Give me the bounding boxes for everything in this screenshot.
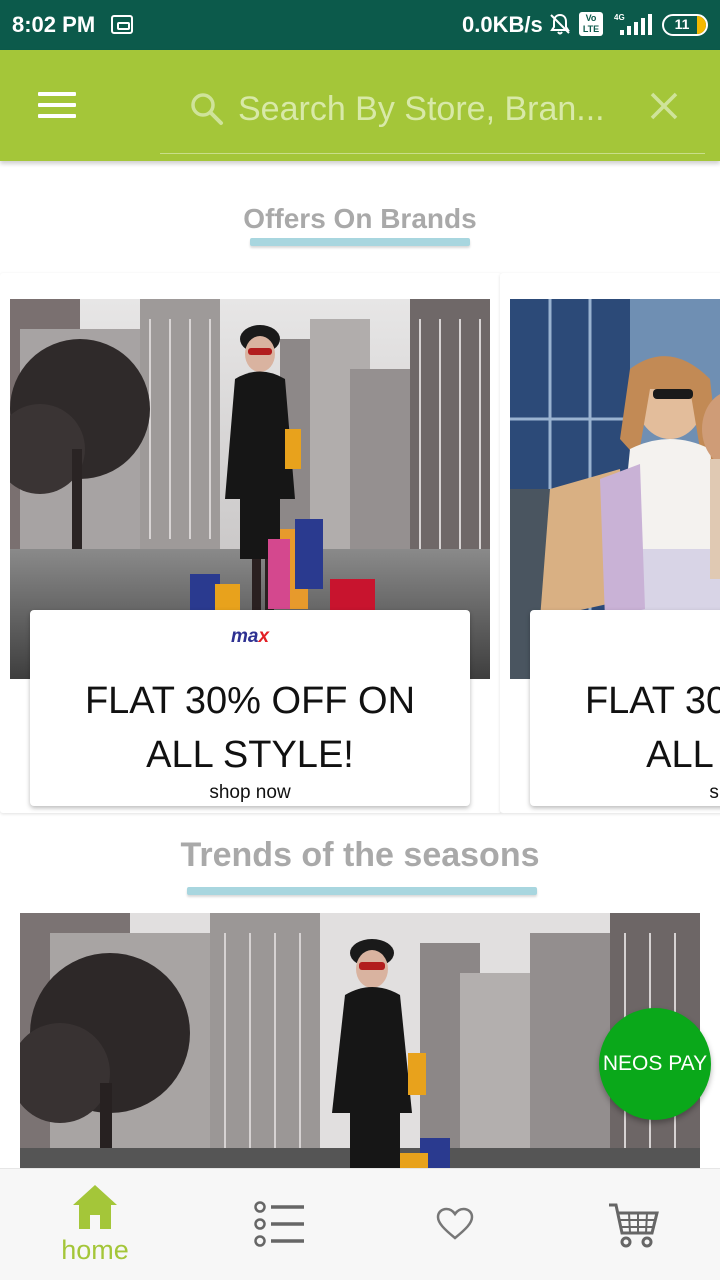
- trends-section-title: Trends of the seasons: [180, 836, 540, 874]
- offer-card[interactable]: FLAT 30% OFF ON ALL STYLE! shop now: [500, 273, 720, 813]
- nav-home-label: home: [61, 1235, 129, 1265]
- offers-section-title: Offers On Brands: [243, 203, 477, 234]
- volte-icon: Vo LTE: [579, 12, 603, 36]
- list-icon: [254, 1201, 304, 1247]
- cart-icon: [609, 1203, 659, 1248]
- shop-now-link[interactable]: shop now: [530, 782, 720, 804]
- offers-title-underline: [250, 238, 470, 246]
- app-bar: [0, 50, 720, 161]
- screen-cast-icon: [111, 15, 133, 34]
- hamburger-menu-icon[interactable]: [38, 92, 76, 120]
- heart-icon: [436, 1207, 474, 1240]
- offer-headline: FLAT 30% OFF ON ALL STYLE!: [584, 680, 720, 776]
- trend-banner[interactable]: [20, 913, 700, 1183]
- battery-icon: 11: [662, 14, 708, 36]
- svg-text:4G: 4G: [614, 13, 625, 22]
- brand-logo-accent: x: [258, 626, 270, 647]
- nav-favorites[interactable]: [380, 1169, 560, 1280]
- nav-home[interactable]: home: [5, 1169, 185, 1280]
- bottom-navigation: home: [0, 1168, 720, 1280]
- close-icon[interactable]: [646, 88, 682, 124]
- status-bar: 8:02 PM 0.0KB/s Vo LTE 4G 11: [0, 0, 720, 50]
- offer-card[interactable]: max FLAT 30% OFF ON ALL STYLE! shop now: [0, 273, 502, 813]
- brand-logo-text: max: [230, 626, 270, 647]
- nav-list[interactable]: [190, 1169, 370, 1280]
- nav-cart[interactable]: [543, 1169, 720, 1280]
- offer-details: max FLAT 30% OFF ON ALL STYLE! shop now: [30, 610, 470, 806]
- notifications-muted-icon: [550, 13, 570, 35]
- neos-pay-button[interactable]: NEOS PAY: [599, 1008, 711, 1120]
- status-time: 8:02 PM: [12, 12, 96, 37]
- home-icon: [73, 1185, 117, 1229]
- offer-details: FLAT 30% OFF ON ALL STYLE! shop now: [530, 610, 720, 806]
- search-bar: [160, 70, 705, 154]
- shop-now-link[interactable]: shop now: [30, 782, 470, 804]
- signal-icon: 4G: [614, 13, 652, 35]
- app-screen: 8:02 PM 0.0KB/s Vo LTE 4G 11 Search By S…: [0, 0, 720, 1280]
- search-input[interactable]: [238, 84, 628, 134]
- trends-title-underline: [187, 887, 537, 895]
- battery-level: 11: [674, 16, 690, 32]
- search-icon: [191, 93, 223, 125]
- offer-headline: FLAT 30% OFF ON ALL STYLE!: [84, 680, 416, 776]
- network-speed: 0.0KB/s: [462, 12, 543, 37]
- brand-logo: max: [30, 626, 470, 648]
